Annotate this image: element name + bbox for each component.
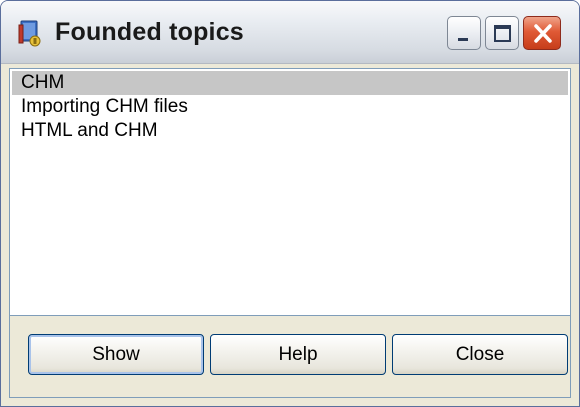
close-window-button[interactable] [523, 16, 561, 50]
title-bar[interactable]: Founded topics [1, 1, 579, 64]
founded-topics-window: Founded topics CHM Importing CHM files H… [0, 0, 580, 407]
list-item[interactable]: Importing CHM files [12, 95, 568, 119]
list-item[interactable]: HTML and CHM [12, 119, 568, 143]
help-book-icon [15, 19, 43, 47]
minimize-button[interactable] [447, 16, 481, 50]
close-button[interactable]: Close [392, 334, 568, 375]
show-button[interactable]: Show [28, 334, 204, 375]
topics-list[interactable]: CHM Importing CHM files HTML and CHM [9, 68, 571, 316]
window-title: Founded topics [55, 18, 244, 46]
list-item[interactable]: CHM [12, 71, 568, 95]
maximize-button[interactable] [485, 16, 519, 50]
help-button[interactable]: Help [210, 334, 386, 375]
button-panel: Show Help Close [9, 316, 571, 398]
